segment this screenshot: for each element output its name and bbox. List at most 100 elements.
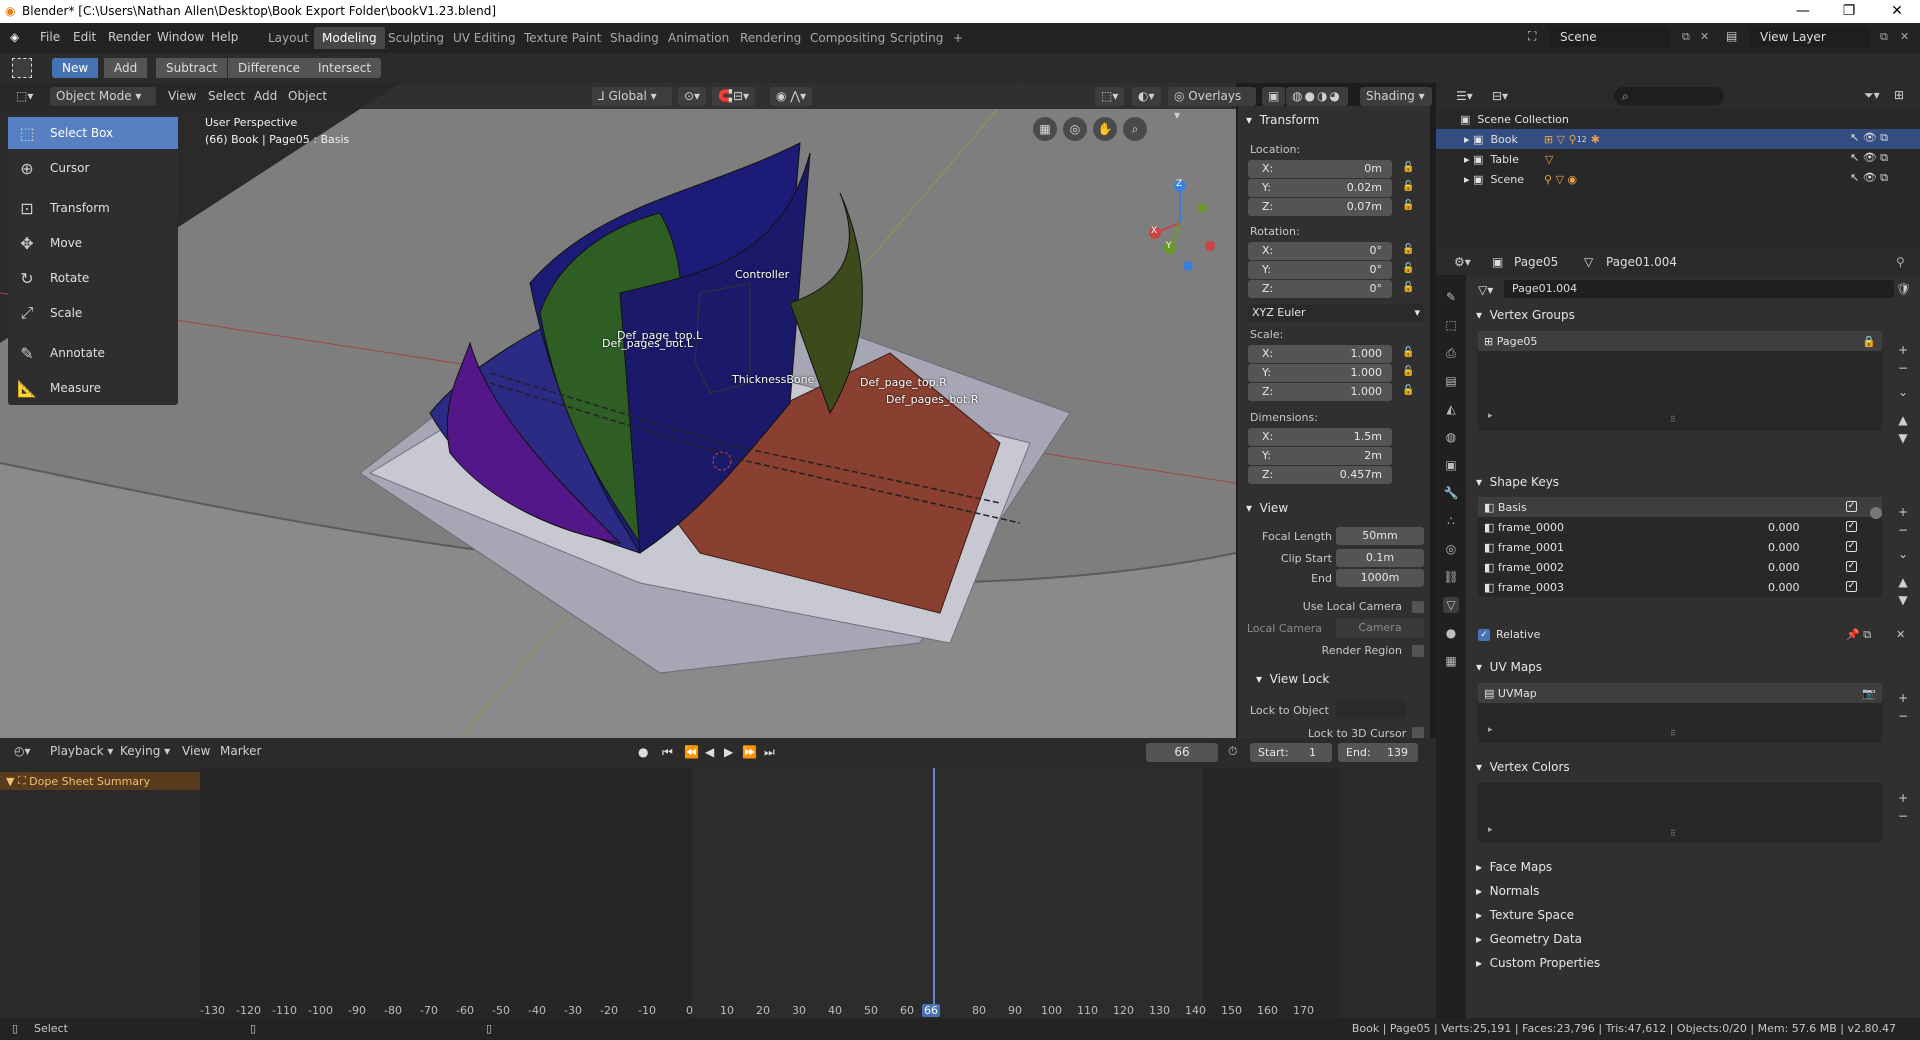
physics-tab-icon[interactable]: ◎ xyxy=(1443,541,1459,557)
view-lock-subpanel-header[interactable]: ▾ View Lock xyxy=(1248,668,1428,690)
menu-keying[interactable]: Keying ▾ xyxy=(114,742,176,761)
tab-compositing[interactable]: Compositing xyxy=(802,27,893,49)
vertex-group-menu-icon[interactable]: ⌄ xyxy=(1896,385,1910,399)
move-up-icon[interactable]: ▲ xyxy=(1896,575,1910,589)
lock-icon[interactable]: 🔓 xyxy=(1402,263,1414,275)
scale-x-field[interactable]: X: 1.000 xyxy=(1248,345,1392,363)
shape-key-menu-icon[interactable]: ⌄ xyxy=(1896,547,1910,561)
location-z-field[interactable]: Z: 0.07m xyxy=(1248,198,1392,216)
shape-key-edit-icons[interactable]: 📌 ⧉ xyxy=(1846,628,1871,642)
blender-menu-icon[interactable]: ◈ xyxy=(10,30,19,44)
object-mode-dropdown[interactable]: Object Mode ▾ xyxy=(50,87,156,106)
bone-label-controller[interactable]: Controller xyxy=(735,268,789,281)
normals-header[interactable]: ▸ Normals xyxy=(1466,879,1920,903)
jump-start-icon[interactable]: ⏮ xyxy=(662,745,673,760)
remove-uv-map-icon[interactable]: − xyxy=(1896,709,1910,723)
add-vertex-color-icon[interactable]: + xyxy=(1896,791,1910,805)
world-tab-icon[interactable]: ◍ xyxy=(1443,429,1459,445)
record-icon[interactable]: ● xyxy=(638,745,648,759)
fake-user-icon[interactable]: 🛡 xyxy=(1896,282,1911,296)
outliner-row-book[interactable]: ▸ ▣ Book ⊞ ▽ ⚲ 12 ✱ xyxy=(1436,129,1920,149)
modifier-tab-icon[interactable]: 🔧 xyxy=(1443,485,1459,501)
add-workspace-button[interactable]: + xyxy=(945,27,971,49)
rotation-mode-dropdown[interactable]: XYZ Euler ▾ xyxy=(1248,304,1424,322)
new-scene-icon[interactable]: ⧉ xyxy=(1682,30,1690,44)
dimensions-y-field[interactable]: Y: 2m xyxy=(1248,447,1392,465)
object-tab-icon[interactable]: ▣ xyxy=(1443,457,1459,473)
uv-map-item[interactable]: ▤ UVMap 📷 xyxy=(1478,683,1882,703)
bone-label-def-pages-bot-r[interactable]: Def_pages_bot.R xyxy=(886,393,978,406)
lock-icon[interactable]: 🔓 xyxy=(1402,366,1414,378)
proportional-edit-icon[interactable]: ◉ ⋀▾ xyxy=(770,87,813,106)
lock-to-object-field[interactable] xyxy=(1336,701,1406,719)
tool-tab-icon[interactable]: ✎ xyxy=(1443,289,1459,305)
new-collection-icon[interactable]: ⊞ xyxy=(1894,88,1904,102)
use-local-camera-checkbox[interactable] xyxy=(1412,601,1424,613)
lock-icon[interactable]: 🔓 xyxy=(1402,162,1414,174)
outliner-search-input[interactable]: ⌕ xyxy=(1614,87,1724,105)
add-vertex-group-icon[interactable]: + xyxy=(1896,343,1910,357)
tab-texture-paint[interactable]: Texture Paint xyxy=(516,27,609,49)
remove-shape-key-icon[interactable]: − xyxy=(1896,523,1910,537)
remove-view-layer-icon[interactable]: ✕ xyxy=(1900,30,1909,43)
outliner-row-scene[interactable]: ▸ ▣ Scene ⚲ ▽ ◉ xyxy=(1436,169,1920,189)
filter-icon[interactable]: ⏷▾ xyxy=(1864,88,1880,103)
prev-keyframe-icon[interactable]: ⏪ xyxy=(684,745,699,759)
start-frame-field[interactable]: Start: 1 xyxy=(1250,743,1332,762)
xray-toggle-icon[interactable]: ▣ xyxy=(1262,87,1286,106)
expand-list-icon[interactable]: ▸ xyxy=(1488,411,1493,421)
timeline-editor-type-icon[interactable]: ◴▾ xyxy=(8,742,37,761)
shape-key-item[interactable]: ◧ frame_0000 0.000 ✓ xyxy=(1478,517,1882,537)
current-frame-tick[interactable]: 66 xyxy=(922,1004,940,1017)
shape-key-mute-checkbox[interactable]: ✓ xyxy=(1846,581,1857,592)
jump-end-icon[interactable]: ⏭ xyxy=(764,745,775,760)
menu-edit[interactable]: Edit xyxy=(73,30,96,44)
context-data-name[interactable]: Page01.004 xyxy=(1606,255,1677,269)
remove-vertex-group-icon[interactable]: − xyxy=(1896,361,1910,375)
shape-key-item[interactable]: ◧ frame_0003 0.000 ✓ xyxy=(1478,577,1882,597)
rotation-z-field[interactable]: Z: 0° xyxy=(1248,280,1392,298)
resize-handle-icon[interactable]: ⠿ xyxy=(1670,415,1676,424)
menu-view-timeline[interactable]: View xyxy=(176,742,216,761)
output-tab-icon[interactable]: ⎙ xyxy=(1443,345,1459,361)
lock-icon[interactable]: 🔒 xyxy=(1862,335,1876,348)
render-region-checkbox[interactable] xyxy=(1412,645,1424,657)
face-maps-header[interactable]: ▸ Face Maps xyxy=(1466,855,1920,879)
menu-help[interactable]: Help xyxy=(211,30,238,44)
expand-list-icon[interactable]: ▸ xyxy=(1488,725,1493,735)
outliner-row-scene-collection[interactable]: ▣ Scene Collection xyxy=(1436,109,1920,129)
tool-select-box[interactable]: ⬚ Select Box xyxy=(8,117,178,149)
tab-modeling[interactable]: Modeling xyxy=(314,27,385,49)
geometry-data-header[interactable]: ▸ Geometry Data xyxy=(1466,927,1920,951)
menu-marker[interactable]: Marker xyxy=(214,742,267,761)
selection-mode-new-button[interactable]: New xyxy=(52,58,99,78)
transform-orientation-dropdown[interactable]: ⅃ Global ▾ xyxy=(592,87,672,106)
dimensions-x-field[interactable]: X: 1.5m xyxy=(1248,428,1392,446)
outliner-row-table[interactable]: ▸ ▣ Table ▽ xyxy=(1436,149,1920,169)
local-camera-field[interactable]: Camera xyxy=(1336,619,1424,637)
gizmo-z-label[interactable]: Z xyxy=(1176,179,1182,189)
move-up-icon[interactable]: ▲ xyxy=(1896,413,1910,427)
restrict-render-icon[interactable]: ↖ 👁 ⧉ xyxy=(1850,171,1888,185)
view-layer-tab-icon[interactable]: ▤ xyxy=(1443,373,1459,389)
dimensions-z-field[interactable]: Z: 0.457m xyxy=(1248,466,1392,484)
menu-playback[interactable]: Playback ▾ xyxy=(44,742,119,761)
shading-dropdown[interactable]: Shading ▾ xyxy=(1360,87,1432,106)
constraints-tab-icon[interactable]: ⛓ xyxy=(1443,569,1459,585)
remove-vertex-color-icon[interactable]: − xyxy=(1896,809,1910,823)
relative-checkbox[interactable]: ✓ xyxy=(1478,629,1490,641)
move-down-icon[interactable]: ▼ xyxy=(1896,431,1910,445)
expand-arrow-icon[interactable]: ▸ xyxy=(1464,173,1470,186)
selection-mode-add-button[interactable]: Add xyxy=(104,58,148,78)
resize-handle-icon[interactable]: ⠿ xyxy=(1670,829,1676,838)
expand-list-icon[interactable]: ▸ xyxy=(1488,825,1493,835)
view-layer-selector[interactable]: View Layer xyxy=(1750,27,1870,47)
shape-key-value[interactable]: 0.000 xyxy=(1768,561,1800,574)
lock-icon[interactable]: 🔓 xyxy=(1402,282,1414,294)
menu-render[interactable]: Render xyxy=(108,30,151,44)
selection-mode-intersect-button[interactable]: Intersect xyxy=(308,58,382,78)
outliner-editor-type-icon[interactable]: ☰▾ xyxy=(1450,87,1479,106)
minimize-button[interactable]: — xyxy=(1780,0,1826,23)
location-x-field[interactable]: X: 0m xyxy=(1248,160,1392,178)
vertex-colors-header[interactable]: ▾ Vertex Colors xyxy=(1466,755,1920,779)
